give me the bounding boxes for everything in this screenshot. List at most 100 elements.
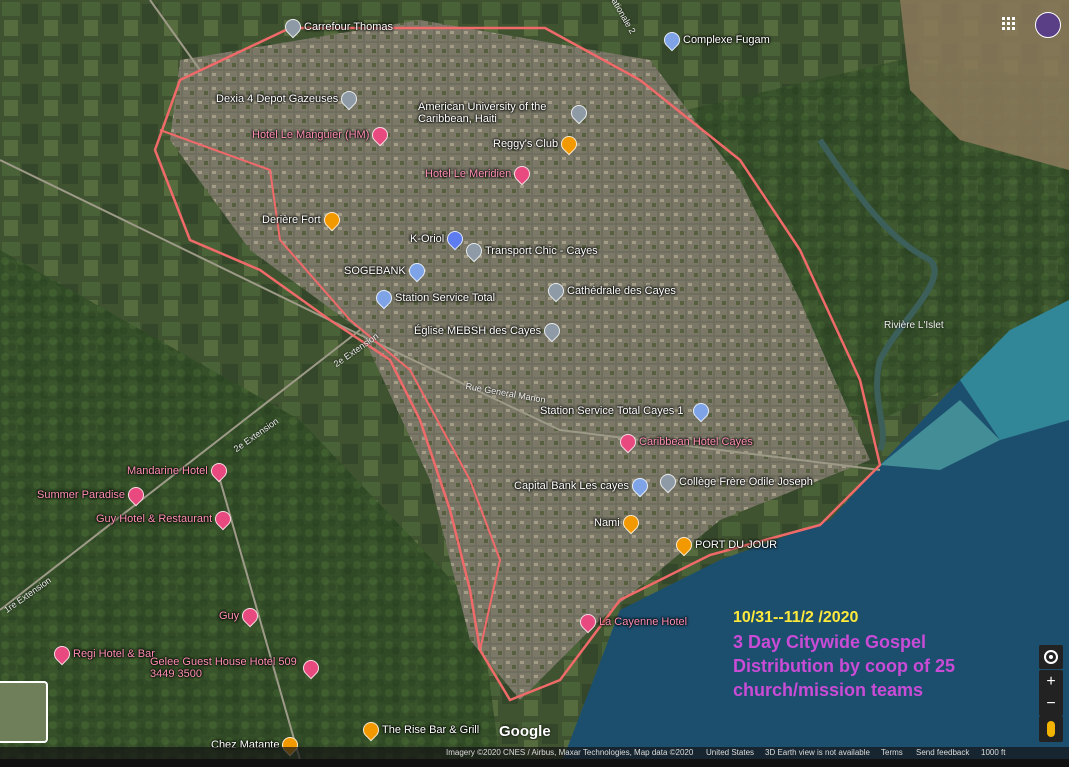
map-poi[interactable]: Mandarine Hotel bbox=[127, 459, 231, 483]
feedback-link[interactable]: Send feedback bbox=[916, 748, 969, 757]
campaign-overlay: 10/31--11/2 /2020 3 Day Citywide Gospel … bbox=[733, 606, 955, 702]
map-poi[interactable]: Hotel Le Meridien bbox=[425, 162, 534, 186]
place-pin-icon[interactable] bbox=[656, 470, 680, 494]
poi-label: Mandarine Hotel bbox=[127, 465, 208, 477]
poi-label: Regi Hotel & Bar bbox=[73, 648, 155, 660]
map-poi[interactable]: Summer Paradise bbox=[37, 483, 148, 507]
hotel-pin-icon[interactable] bbox=[124, 483, 148, 507]
map-poi[interactable]: SOGEBANK bbox=[344, 259, 429, 283]
map-poi[interactable]: PORT DU JOUR bbox=[672, 533, 778, 557]
place-pin-icon[interactable] bbox=[660, 28, 684, 52]
map-poi[interactable]: Gelee Guest House Hotel 509 3449 3500 bbox=[150, 656, 323, 680]
place-pin-icon[interactable] bbox=[544, 279, 568, 303]
attribution-bar: Imagery ©2020 CNES / Airbus, Maxar Techn… bbox=[0, 747, 1069, 759]
place-pin-icon[interactable] bbox=[689, 399, 713, 423]
hotel-pin-icon[interactable] bbox=[207, 459, 231, 483]
poi-label: Hotel Le Manguier (HM) bbox=[252, 129, 370, 141]
poi-label: Cathédrale des Cayes bbox=[567, 285, 676, 297]
layers-toggle-minimap[interactable] bbox=[0, 681, 48, 743]
poi-label: Caribbean Hotel Cayes bbox=[639, 436, 753, 448]
zoom-in-button[interactable]: + bbox=[1039, 670, 1063, 694]
hotel-pin-icon[interactable] bbox=[211, 507, 235, 531]
map-poi[interactable]: Nami bbox=[594, 511, 642, 535]
hotel-pin-icon[interactable] bbox=[576, 610, 600, 634]
poi-label: Complexe Fugam bbox=[683, 34, 770, 46]
taskbar bbox=[0, 759, 1069, 767]
place-pin-icon[interactable] bbox=[443, 227, 467, 251]
hotel-pin-icon[interactable] bbox=[510, 162, 534, 186]
poi-label: Transport Chic - Cayes bbox=[485, 245, 598, 257]
map-poi[interactable]: Capital Bank Les cayes bbox=[514, 474, 652, 498]
poi-label: Gelee Guest House Hotel 509 3449 3500 bbox=[150, 656, 297, 680]
place-pin-icon[interactable] bbox=[628, 474, 652, 498]
place-pin-icon[interactable] bbox=[405, 259, 429, 283]
restaurant-pin-icon[interactable] bbox=[320, 208, 344, 232]
map-poi[interactable]: Église MEBSH des Cayes bbox=[414, 319, 564, 343]
map-poi[interactable]: Regi Hotel & Bar bbox=[50, 642, 155, 666]
map-poi[interactable]: Guy Hotel & Restaurant bbox=[96, 507, 235, 531]
poi-label: Station Service Total bbox=[395, 292, 496, 304]
poi-label: Collège Frère Odile Joseph bbox=[679, 476, 813, 488]
restaurant-pin-icon[interactable] bbox=[672, 533, 696, 557]
place-pin-icon[interactable] bbox=[372, 286, 396, 310]
place-pin-icon[interactable] bbox=[337, 87, 361, 111]
restaurant-pin-icon[interactable] bbox=[619, 511, 642, 535]
google-logo: Google bbox=[499, 723, 551, 740]
region-link[interactable]: United States bbox=[706, 748, 754, 757]
poi-label: Guy bbox=[219, 610, 240, 622]
restaurant-pin-icon[interactable] bbox=[557, 132, 581, 156]
map-poi[interactable]: Carrefour Thomas bbox=[281, 15, 394, 39]
poi-label: Reggy's Club bbox=[493, 138, 559, 150]
map-poi[interactable]: K-Oriol bbox=[410, 227, 467, 251]
apps-grid-icon[interactable] bbox=[1002, 17, 1016, 31]
map-poi[interactable]: Caribbean Hotel Cayes bbox=[616, 430, 753, 454]
terms-link[interactable]: Terms bbox=[881, 748, 903, 757]
imagery-credit: Imagery ©2020 CNES / Airbus, Maxar Techn… bbox=[446, 748, 694, 757]
restaurant-pin-icon[interactable] bbox=[359, 718, 383, 742]
map-poi[interactable]: Station Service Total bbox=[372, 286, 496, 310]
poi-label: K-Oriol bbox=[410, 233, 445, 245]
map-poi[interactable]: Transport Chic - Cayes bbox=[462, 239, 598, 263]
poi-label: Église MEBSH des Cayes bbox=[414, 325, 542, 337]
satellite-map[interactable]: Carrefour Thomas Complexe Fugam Dexia 4 De… bbox=[0, 0, 1069, 767]
account-avatar[interactable] bbox=[1035, 12, 1061, 38]
hotel-pin-icon[interactable] bbox=[369, 123, 392, 147]
map-poi[interactable]: The Rise Bar & Grill bbox=[359, 718, 480, 742]
poi-label: Hotel Le Meridien bbox=[425, 168, 512, 180]
map-poi[interactable]: Hotel Le Manguier (HM) bbox=[252, 123, 392, 147]
hotel-pin-icon[interactable] bbox=[50, 642, 74, 666]
compass-icon[interactable] bbox=[1039, 645, 1063, 669]
map-poi[interactable]: Guy bbox=[219, 604, 262, 628]
poi-label: Guy Hotel & Restaurant bbox=[96, 513, 213, 525]
place-pin-icon[interactable] bbox=[567, 101, 591, 125]
map-poi[interactable]: Dexia 4 Depot Gazeuses bbox=[216, 87, 361, 111]
zoom-out-button[interactable]: − bbox=[1039, 692, 1063, 716]
map-poi[interactable]: Station Service Total Cayes 1 bbox=[540, 399, 713, 423]
map-poi[interactable]: Collège Frère Odile Joseph bbox=[656, 470, 813, 494]
poi-label: Capital Bank Les cayes bbox=[514, 480, 629, 492]
campaign-date: 10/31--11/2 /2020 bbox=[733, 609, 859, 626]
place-pin-icon[interactable] bbox=[281, 15, 305, 39]
pegman-icon[interactable] bbox=[1039, 716, 1063, 742]
place-pin-icon[interactable] bbox=[540, 319, 564, 343]
map-poi[interactable]: La Cayenne Hotel bbox=[576, 610, 688, 634]
poi-label: PORT DU JOUR bbox=[695, 539, 778, 551]
poi-label: La Cayenne Hotel bbox=[599, 616, 688, 628]
hotel-pin-icon[interactable] bbox=[616, 430, 640, 454]
river-label: Rivière L'Islet bbox=[884, 320, 944, 331]
poi-label: Nami bbox=[594, 517, 620, 529]
poi-label: Summer Paradise bbox=[37, 489, 126, 501]
hotel-pin-icon[interactable] bbox=[238, 604, 262, 628]
poi-label: Carrefour Thomas bbox=[304, 21, 394, 33]
campaign-line-2: Distribution by coop of 25 bbox=[733, 656, 956, 676]
map-poi[interactable]: American University of the Caribbean, Ha… bbox=[418, 101, 591, 125]
hotel-pin-icon[interactable] bbox=[299, 656, 323, 680]
poi-label: The Rise Bar & Grill bbox=[382, 724, 480, 736]
map-poi[interactable]: Reggy's Club bbox=[493, 132, 581, 156]
poi-label: Derière Fort bbox=[262, 214, 321, 226]
map-poi[interactable]: Complexe Fugam bbox=[660, 28, 770, 52]
poi-label: American University of the Caribbean, Ha… bbox=[418, 101, 547, 125]
place-pin-icon[interactable] bbox=[462, 239, 486, 263]
map-poi[interactable]: Cathédrale des Cayes bbox=[544, 279, 676, 303]
map-poi[interactable]: Derière Fort bbox=[262, 208, 344, 232]
